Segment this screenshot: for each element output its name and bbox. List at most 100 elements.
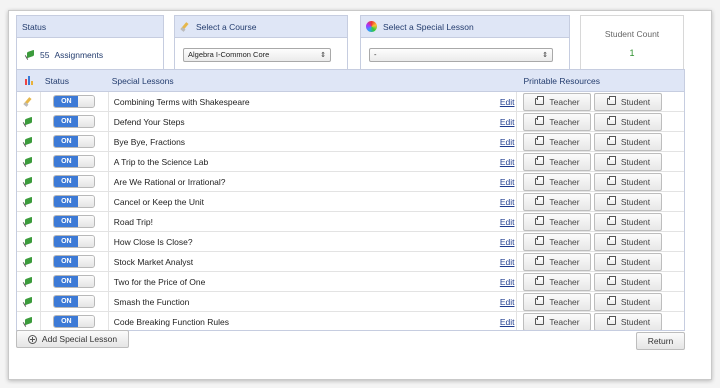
flag-icon (23, 137, 33, 147)
course-select[interactable]: Algebra I-Common Core ⇕ (183, 47, 331, 62)
lesson-name: Two for the Price of One (113, 276, 206, 287)
lesson-name: Are We Rational or Irrational? (113, 176, 226, 187)
edit-link[interactable]: Edit (500, 217, 515, 227)
teacher-print-button[interactable]: Teacher (523, 192, 592, 211)
toggle-on-label: ON (54, 156, 79, 167)
edit-link[interactable]: Edit (500, 317, 515, 327)
teacher-print-button[interactable]: Teacher (523, 312, 592, 330)
lesson-name: Code Breaking Function Rules (113, 316, 230, 327)
student-count-label: Student Count (604, 28, 660, 39)
student-label: Student (620, 96, 651, 107)
edit-link[interactable]: Edit (500, 137, 515, 147)
flag-icon (23, 297, 33, 307)
printer-icon (535, 116, 545, 125)
status-panel: Status 55 Assignments (16, 15, 164, 71)
teacher-print-button[interactable]: Teacher (523, 292, 592, 311)
status-toggle[interactable]: ON (53, 115, 96, 128)
flag-icon (25, 50, 35, 60)
teacher-label: Teacher (549, 96, 580, 107)
status-toggle[interactable]: ON (53, 235, 96, 248)
assignments-link[interactable]: 55 Assignments (25, 50, 103, 60)
edit-link[interactable]: Edit (500, 177, 515, 187)
printer-icon (606, 256, 616, 265)
student-print-button[interactable]: Student (594, 92, 663, 111)
status-toggle[interactable]: ON (53, 195, 96, 208)
table-row: ON Two for the Price of One Edit Teacher Stu… (17, 272, 684, 292)
student-print-button[interactable]: Student (594, 152, 663, 171)
student-label: Student (620, 116, 651, 127)
student-print-button[interactable]: Student (594, 172, 663, 191)
student-count-panel: Student Count 1 (580, 15, 684, 71)
printer-icon (606, 96, 616, 105)
toggle-on-label: ON (54, 176, 79, 187)
table-row: ON Combining Terms with Shakespeare Edit Te… (17, 92, 684, 112)
teacher-label: Teacher (549, 216, 580, 227)
student-print-button[interactable]: Student (594, 292, 663, 311)
status-toggle[interactable]: ON (53, 175, 96, 188)
student-print-button[interactable]: Student (594, 232, 663, 251)
teacher-print-button[interactable]: Teacher (523, 172, 592, 191)
select-arrows-icon: ⇕ (542, 51, 548, 59)
teacher-print-button[interactable]: Teacher (523, 152, 592, 171)
status-toggle[interactable]: ON (53, 155, 96, 168)
teacher-print-button[interactable]: Teacher (523, 132, 592, 151)
teacher-print-button[interactable]: Teacher (523, 232, 592, 251)
status-toggle[interactable]: ON (53, 295, 96, 308)
status-toggle[interactable]: ON (53, 215, 96, 228)
course-panel-title: Select a Course (196, 21, 257, 32)
table-row: ON Code Breaking Function Rules Edit Teache… (17, 312, 684, 330)
teacher-print-button[interactable]: Teacher (523, 252, 592, 271)
student-print-button[interactable]: Student (594, 112, 663, 131)
student-label: Student (620, 176, 651, 187)
header-status[interactable]: Status (41, 76, 109, 86)
lesson-name: Defend Your Steps (113, 116, 185, 127)
student-print-button[interactable]: Student (594, 212, 663, 231)
table-row: ON Cancel or Keep the Unit Edit Teacher Stud… (17, 192, 684, 212)
printer-icon (535, 316, 545, 325)
table-row: ON Bye Bye, Fractions Edit Teacher Student (17, 132, 684, 152)
status-toggle[interactable]: ON (53, 255, 96, 268)
status-toggle[interactable]: ON (53, 135, 96, 148)
toggle-on-label: ON (54, 296, 79, 307)
student-print-button[interactable]: Student (594, 132, 663, 151)
lesson-name: Road Trip! (113, 216, 153, 227)
teacher-print-button[interactable]: Teacher (523, 92, 592, 111)
edit-link[interactable]: Edit (500, 237, 515, 247)
edit-link[interactable]: Edit (500, 117, 515, 127)
toggle-on-label: ON (54, 256, 79, 267)
flag-icon (23, 237, 33, 247)
teacher-print-button[interactable]: Teacher (523, 272, 592, 291)
add-special-lesson-button[interactable]: Add Special Lesson (16, 330, 129, 348)
course-panel: Select a Course Algebra I-Common Core ⇕ (174, 15, 348, 71)
toggle-on-label: ON (54, 96, 79, 107)
lesson-name: How Close Is Close? (113, 236, 193, 247)
status-toggle[interactable]: ON (53, 275, 96, 288)
student-print-button[interactable]: Student (594, 252, 663, 271)
student-print-button[interactable]: Student (594, 192, 663, 211)
edit-link[interactable]: Edit (500, 297, 515, 307)
edit-link[interactable]: Edit (500, 97, 515, 107)
edit-link[interactable]: Edit (500, 157, 515, 167)
edit-link[interactable]: Edit (500, 257, 515, 267)
student-print-button[interactable]: Student (594, 312, 663, 330)
table-row: ON Road Trip! Edit Teacher Student (17, 212, 684, 232)
teacher-print-button[interactable]: Teacher (523, 112, 592, 131)
edit-link[interactable]: Edit (500, 197, 515, 207)
teacher-label: Teacher (549, 236, 580, 247)
edit-link[interactable]: Edit (500, 277, 515, 287)
printer-icon (606, 176, 616, 185)
special-lesson-select[interactable]: - ⇕ (369, 47, 553, 62)
status-toggle[interactable]: ON (53, 315, 96, 328)
printer-icon (606, 136, 616, 145)
printer-icon (606, 296, 616, 305)
printer-icon (535, 236, 545, 245)
plus-circle-icon (27, 334, 37, 344)
flag-icon (23, 177, 33, 187)
return-button[interactable]: Return (636, 332, 685, 350)
printer-icon (606, 196, 616, 205)
header-special-lessons[interactable]: Special Lessons (109, 76, 488, 86)
student-print-button[interactable]: Student (594, 272, 663, 291)
teacher-print-button[interactable]: Teacher (523, 212, 592, 231)
teacher-label: Teacher (549, 316, 580, 327)
status-toggle[interactable]: ON (53, 95, 96, 108)
